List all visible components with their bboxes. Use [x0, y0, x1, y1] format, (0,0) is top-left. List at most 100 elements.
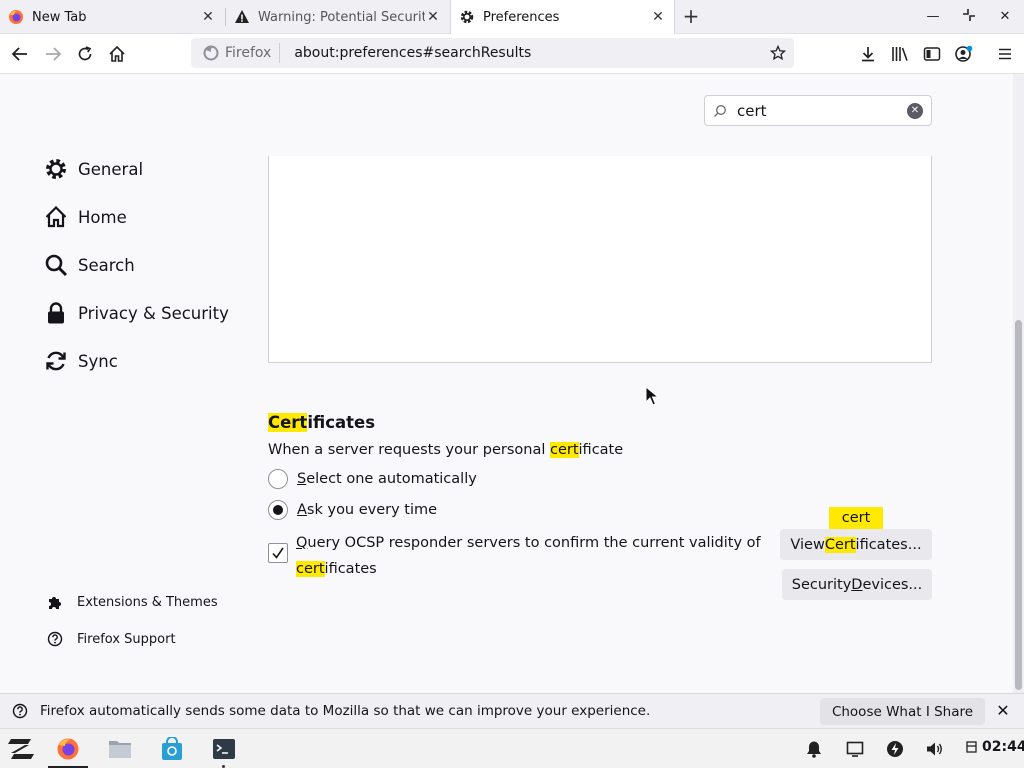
radio-ask-every-time[interactable]: Ask you every time [268, 499, 437, 521]
preferences-page: cert ✕ General Home Search Privacy & Sec… [0, 74, 1024, 693]
extensions-themes-link[interactable]: Extensions & Themes [46, 592, 218, 612]
certificates-heading: Certificates [268, 413, 375, 432]
access-key: Q [296, 535, 308, 551]
menu-button[interactable] [991, 40, 1019, 68]
tab-new-tab[interactable]: New Tab ✕ [0, 0, 224, 34]
sidebar-item-label: Privacy & Security [78, 303, 229, 323]
taskbar-firefox[interactable] [54, 735, 82, 763]
screen-icon[interactable] [845, 739, 865, 759]
identity-box[interactable]: Firefox [195, 43, 281, 63]
calendar-icon [966, 741, 977, 753]
checkmark-icon [272, 547, 284, 559]
heading-text: ificates [307, 413, 376, 432]
forward-button[interactable] [39, 40, 67, 68]
search-highlight: Cert [824, 536, 856, 553]
taskbar-terminal[interactable] [210, 735, 238, 763]
back-button[interactable] [6, 40, 34, 68]
desktop-taskbar: 02:44 [0, 728, 1024, 768]
search-results-list-box [268, 156, 932, 363]
search-highlight: Cert [268, 413, 308, 432]
choose-what-i-share-button[interactable]: Choose What I Share [820, 698, 985, 725]
vertical-scrollbar[interactable] [1013, 74, 1024, 693]
radio-label-text: sk you every time [306, 502, 438, 518]
firefox-support-link[interactable]: Firefox Support [46, 629, 176, 649]
button-text: View [790, 536, 825, 553]
minimize-icon[interactable]: — [924, 8, 942, 26]
notifications-bell-icon[interactable] [804, 739, 824, 759]
url-text[interactable]: about:preferences#searchResults [280, 45, 764, 61]
preferences-search-input[interactable]: cert ✕ [704, 95, 932, 126]
sidebar-item-home[interactable]: Home [44, 201, 127, 233]
volume-icon[interactable] [925, 739, 945, 759]
close-icon[interactable]: ✕ [994, 702, 1012, 720]
new-tab-button[interactable]: + [681, 6, 701, 26]
home-icon [44, 205, 68, 229]
search-tooltip-badge: cert [829, 507, 883, 529]
button-text: ificates... [855, 536, 922, 553]
certificates-description: When a server requests your personal cer… [268, 442, 623, 458]
account-button[interactable] [950, 40, 978, 68]
url-bar[interactable]: Firefox about:preferences#searchResults [191, 38, 794, 68]
library-icon [892, 47, 908, 61]
clock[interactable]: 02:44 [966, 739, 1024, 755]
taskbar-software-store[interactable] [158, 735, 186, 763]
close-icon[interactable]: ✕ [200, 9, 216, 25]
home-button[interactable] [103, 40, 131, 68]
tab-security-warning[interactable]: Warning: Potential Securit ✕ [226, 0, 449, 34]
clear-search-icon[interactable]: ✕ [907, 102, 923, 119]
folder-icon [109, 741, 131, 758]
tab-preferences[interactable]: Preferences ✕ [450, 0, 675, 34]
home-icon [109, 45, 125, 62]
taskbar-files[interactable] [106, 735, 134, 763]
download-icon [862, 47, 874, 62]
sidebar-item-search[interactable]: Search [44, 249, 135, 281]
radio-button[interactable] [268, 469, 288, 489]
power-mode-icon[interactable] [885, 739, 905, 759]
reload-button[interactable] [71, 40, 99, 68]
close-icon[interactable]: ✕ [425, 9, 441, 25]
sidebar-item-privacy-security[interactable]: Privacy & Security [44, 297, 229, 329]
sidebar-button[interactable] [918, 40, 946, 68]
reload-icon [78, 46, 92, 61]
gear-icon [459, 9, 475, 25]
mouse-pointer-icon [645, 386, 659, 406]
close-window-icon[interactable]: ✕ [996, 8, 1014, 26]
radio-button-selected[interactable] [268, 500, 288, 520]
description-text: When a server requests your personal [268, 442, 550, 458]
help-icon [46, 630, 64, 648]
arrow-right-icon [46, 47, 62, 61]
close-icon[interactable]: ✕ [650, 9, 666, 25]
sidebar-item-label: Home [78, 207, 127, 227]
app-launcher-button[interactable] [6, 735, 36, 763]
help-icon [11, 702, 29, 720]
sidebar-item-general[interactable]: General [44, 153, 143, 185]
account-icon [955, 45, 973, 62]
clock-time: 02:44 [982, 739, 1024, 755]
zorin-logo-icon [8, 739, 34, 759]
data-reporting-notification: Firefox automatically sends some data to… [0, 693, 1024, 728]
access-key: S [297, 471, 307, 487]
sidebar-item-label: General [78, 159, 144, 179]
sidebar-item-label: Sync [78, 351, 118, 371]
radio-label-text: elect one automatically [306, 471, 477, 487]
ocsp-checkbox[interactable] [268, 543, 288, 563]
security-devices-button[interactable]: Security Devices... [782, 569, 932, 600]
view-certificates-button[interactable]: View Cert ificates... [780, 529, 932, 560]
terminal-icon [213, 739, 235, 759]
search-value[interactable]: cert [733, 102, 907, 120]
button-text: Security [791, 576, 852, 593]
description-text: ificate [578, 442, 624, 458]
search-icon [44, 253, 68, 277]
radio-select-automatically[interactable]: Select one automatically [268, 468, 477, 490]
warning-icon [234, 9, 250, 25]
hamburger-menu-icon [999, 48, 1011, 60]
restore-icon[interactable] [960, 8, 978, 26]
tab-title: New Tab [32, 9, 87, 25]
radio-label: Select one automatically [297, 471, 477, 487]
tab-title: Warning: Potential Securit [258, 9, 425, 25]
downloads-button[interactable] [854, 40, 882, 68]
library-button[interactable] [886, 40, 914, 68]
bookmark-star-icon[interactable] [764, 39, 792, 67]
scrollbar-thumb[interactable] [1015, 320, 1022, 690]
sidebar-item-sync[interactable]: Sync [44, 345, 118, 377]
